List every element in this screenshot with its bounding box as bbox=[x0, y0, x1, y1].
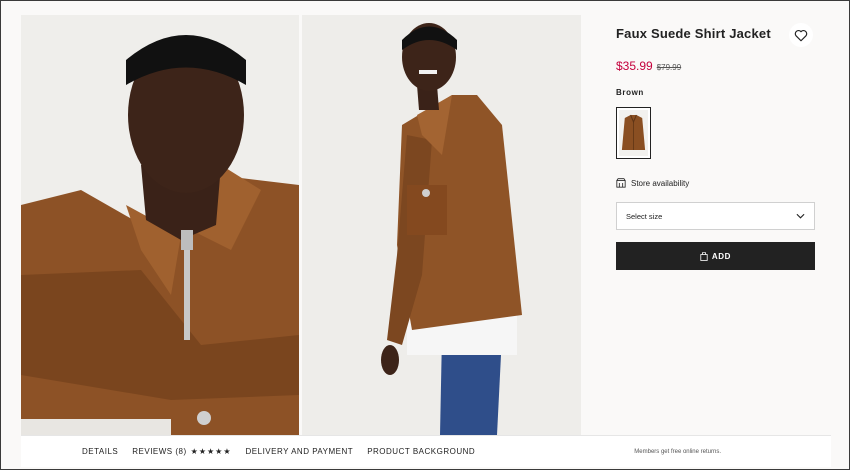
add-to-bag-button[interactable]: ADD bbox=[616, 242, 815, 270]
product-image-model[interactable] bbox=[302, 15, 581, 435]
product-info-bar: DETAILS REVIEWS (8) ★★★★★ DELIVERY AND P… bbox=[21, 435, 831, 467]
color-name: Brown bbox=[616, 88, 644, 97]
returns-note: Members get free online returns. bbox=[634, 449, 721, 455]
tab-reviews[interactable]: REVIEWS (8) ★★★★★ bbox=[132, 447, 231, 456]
color-swatch-brown[interactable] bbox=[616, 107, 651, 159]
original-price: $79.99 bbox=[656, 63, 682, 72]
chevron-down-icon bbox=[796, 213, 805, 219]
add-button-label: ADD bbox=[711, 251, 732, 261]
sale-price: $35.99 bbox=[616, 59, 653, 73]
tab-details[interactable]: DETAILS bbox=[82, 447, 118, 456]
product-title: Faux Suede Shirt Jacket bbox=[616, 26, 771, 41]
product-image-closeup[interactable] bbox=[21, 15, 299, 435]
favorite-button[interactable] bbox=[789, 23, 813, 47]
product-page: Faux Suede Shirt Jacket $35.99 $79.99 Br… bbox=[0, 0, 850, 470]
size-select-value: Select size bbox=[626, 211, 663, 221]
size-select[interactable]: Select size bbox=[616, 202, 815, 230]
info-tabs: DETAILS REVIEWS (8) ★★★★★ DELIVERY AND P… bbox=[82, 447, 475, 456]
store-icon bbox=[616, 178, 626, 188]
product-details-panel: Faux Suede Shirt Jacket $35.99 $79.99 Br… bbox=[601, 15, 831, 435]
heart-icon bbox=[794, 29, 808, 41]
jacket-thumbnail bbox=[619, 110, 648, 156]
shopping-bag-icon bbox=[700, 251, 708, 261]
store-availability-label: Store availability bbox=[631, 178, 690, 188]
tab-reviews-label: REVIEWS (8) bbox=[132, 447, 187, 456]
product-gallery bbox=[21, 15, 581, 435]
tab-product-background[interactable]: PRODUCT BACKGROUND bbox=[367, 447, 475, 456]
store-availability-link[interactable]: Store availability bbox=[616, 178, 689, 188]
tab-delivery-payment[interactable]: DELIVERY AND PAYMENT bbox=[246, 447, 354, 456]
rating-stars: ★★★★★ bbox=[190, 447, 232, 456]
price-row: $35.99 $79.99 bbox=[616, 59, 681, 73]
